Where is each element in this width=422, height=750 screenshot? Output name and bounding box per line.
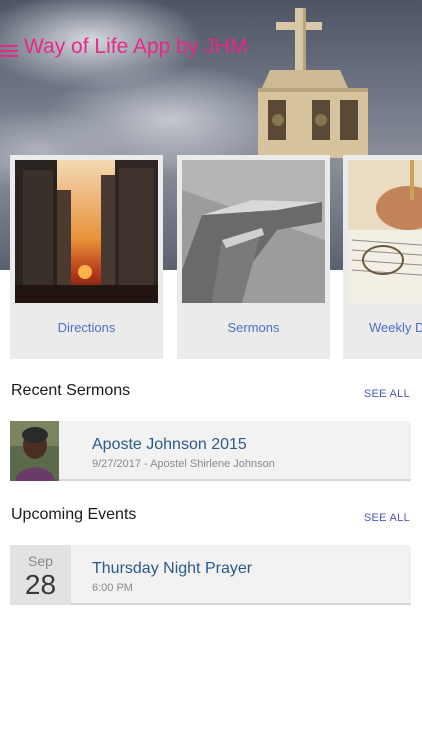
event-time: 6:00 PM bbox=[92, 582, 133, 594]
event-day: 28 bbox=[24, 569, 57, 600]
event-month: Sep bbox=[28, 553, 53, 569]
city-sunset-image bbox=[15, 160, 158, 303]
stone-cross-image bbox=[182, 160, 325, 303]
sermons-see-all-link[interactable]: SEE ALL bbox=[364, 388, 410, 400]
card-weekly[interactable]: Weekly De bbox=[343, 155, 422, 359]
sermon-subtitle: 9/27/2017 - Apostel Shirlene Johnson bbox=[92, 458, 275, 470]
church-tower-image bbox=[258, 8, 368, 158]
card-label: Weekly De bbox=[369, 320, 422, 335]
sermon-list-item[interactable]: Aposte Johnson 2015 9/27/2017 - Apostel … bbox=[10, 421, 411, 481]
events-see-all-link[interactable]: SEE ALL bbox=[364, 512, 410, 524]
speaker-avatar bbox=[10, 421, 59, 481]
feature-carousel[interactable]: Directions Sermons Weekly D bbox=[0, 155, 422, 361]
event-date-badge: Sep 28 bbox=[10, 545, 71, 605]
event-title: Thursday Night Prayer bbox=[92, 560, 253, 577]
card-directions[interactable]: Directions bbox=[10, 155, 163, 359]
hamburger-menu-icon[interactable] bbox=[0, 42, 18, 58]
upcoming-events-heading: Upcoming Events bbox=[11, 506, 137, 523]
bible-reading-image bbox=[348, 160, 422, 303]
card-label: Directions bbox=[57, 320, 116, 335]
sermon-title: Aposte Johnson 2015 bbox=[92, 436, 247, 453]
event-list-item[interactable]: Sep 28 Thursday Night Prayer 6:00 PM bbox=[10, 545, 411, 605]
card-sermons[interactable]: Sermons bbox=[177, 155, 330, 359]
card-label: Sermons bbox=[227, 320, 280, 335]
recent-sermons-heading: Recent Sermons bbox=[11, 382, 131, 399]
app-title: Way of Life App by JHM bbox=[24, 35, 248, 58]
